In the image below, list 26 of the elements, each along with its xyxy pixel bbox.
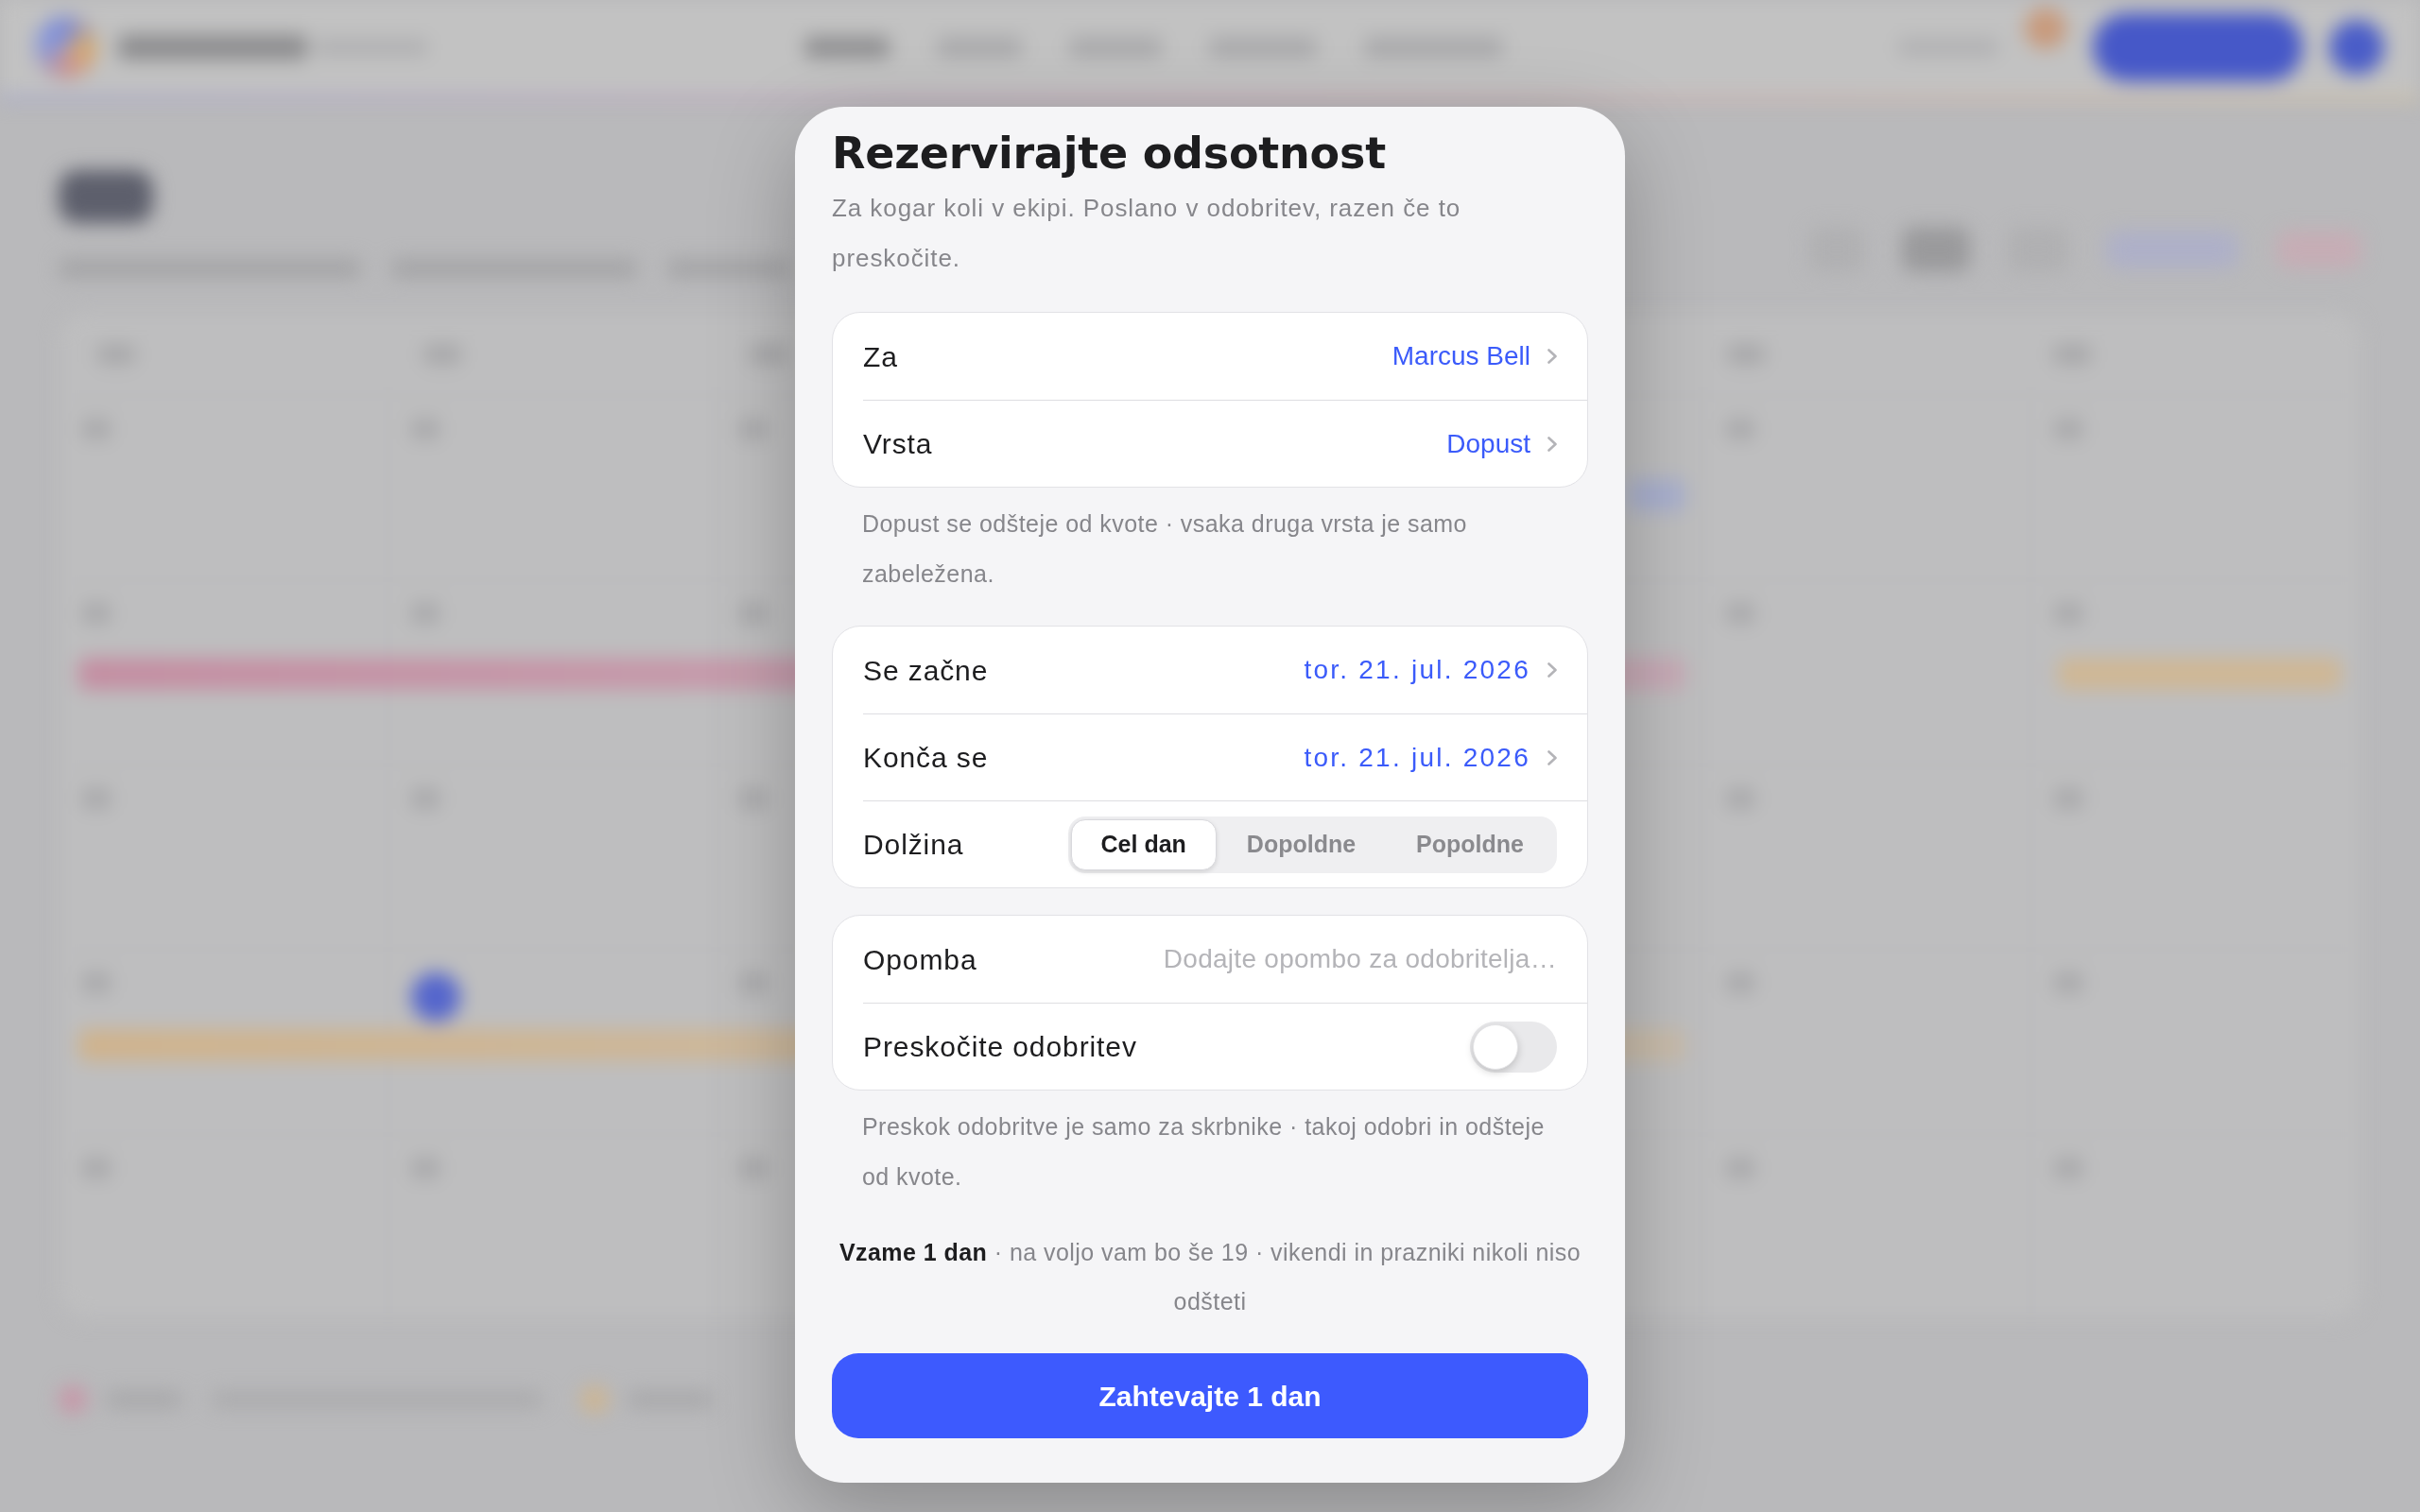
- chevron-right-icon: [1547, 749, 1557, 765]
- toggle-switch[interactable]: [1470, 1021, 1557, 1073]
- picker-value[interactable]: tor. 21. jul. 2026: [1304, 737, 1530, 778]
- footnote-text: Preskok odobritve je samo za skrbnike · takoj odobri in odšteje od kvote.: [861, 1112, 1546, 1193]
- field-label: Opomba: [863, 942, 977, 977]
- field-label: Vrsta: [863, 427, 933, 462]
- segment-option[interactable]: Cel dan: [1070, 818, 1217, 870]
- dialog-subtitle: Za kogar koli v ekipi. Poslano v odobritev, razen če to preskočite.: [832, 193, 1462, 275]
- chevron-right-icon: [1547, 662, 1557, 679]
- footnote-text: Dopust se odšteje od kvote · vsaka druga vrsta je samo zabeležena.: [861, 509, 1468, 590]
- segment-option[interactable]: Dopoldne: [1216, 818, 1387, 870]
- picker-value[interactable]: tor. 21. jul. 2026: [1304, 650, 1530, 691]
- field-label: Konča se: [863, 741, 989, 776]
- field-label: Za: [863, 339, 898, 374]
- picker-value[interactable]: Marcus Bell: [1392, 336, 1530, 377]
- picker-value[interactable]: Dopust: [1446, 423, 1530, 464]
- field-label: Se začne: [863, 653, 989, 688]
- chevron-right-icon: [1547, 436, 1557, 452]
- chevron-right-icon: [1547, 349, 1557, 365]
- field-label: Preskočite odobritev: [863, 1030, 1137, 1065]
- dialog-title: Rezervirajte odsotnost: [832, 128, 1387, 180]
- submit-button[interactable]: Zahtevajte 1 dan: [832, 1353, 1588, 1439]
- note-input[interactable]: Dodajte opombo za odobritelja…: [999, 931, 1557, 988]
- field-label: Dolžina: [863, 828, 964, 863]
- summary-text: Vzame 1 dan · na voljo vam bo še 19 · vikendi in prazniki nikoli niso odšteti: [838, 1238, 1582, 1317]
- segment-option[interactable]: Popoldne: [1386, 818, 1554, 870]
